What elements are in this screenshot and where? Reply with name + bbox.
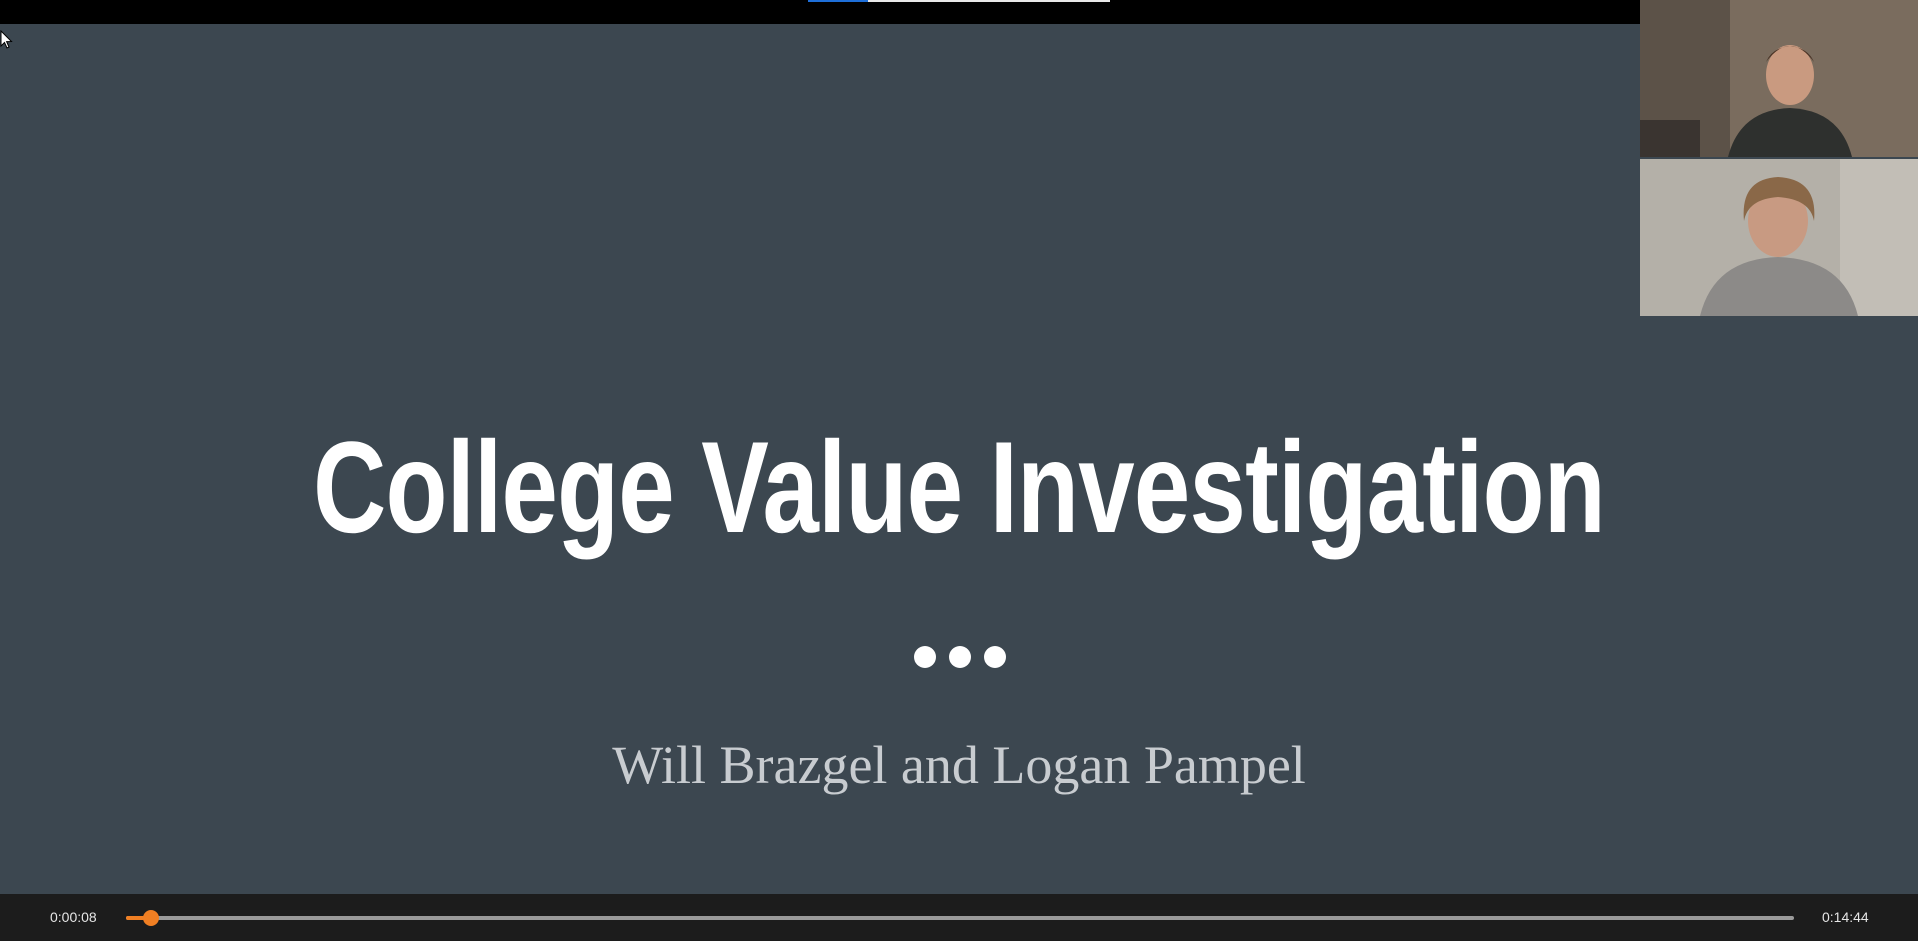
presentation-slide: College Value Investigation Will Brazgel…: [0, 24, 1918, 894]
total-time: 0:14:44: [1822, 909, 1869, 925]
participant-video-frame: [1640, 159, 1918, 316]
top-bar: [0, 0, 1640, 24]
participant-video-2[interactable]: [1640, 159, 1918, 316]
slide-title: College Value Investigation: [313, 414, 1606, 560]
seek-thumb[interactable]: [143, 910, 159, 926]
seek-bar[interactable]: [126, 910, 1794, 926]
ellipsis-decoration: [910, 646, 1010, 670]
participant-video-1[interactable]: [1640, 0, 1918, 157]
dot: [984, 646, 1006, 668]
dot: [914, 646, 936, 668]
slide-subtitle: Will Brazgel and Logan Pampel: [612, 735, 1306, 795]
current-time: 0:00:08: [50, 909, 97, 925]
media-player-controls: 0:00:08 0:14:44: [0, 894, 1918, 941]
participant-video-frame: [1640, 0, 1918, 157]
dot: [949, 646, 971, 668]
mouse-pointer-icon: [0, 30, 13, 49]
loading-indicator-progress: [808, 0, 868, 2]
